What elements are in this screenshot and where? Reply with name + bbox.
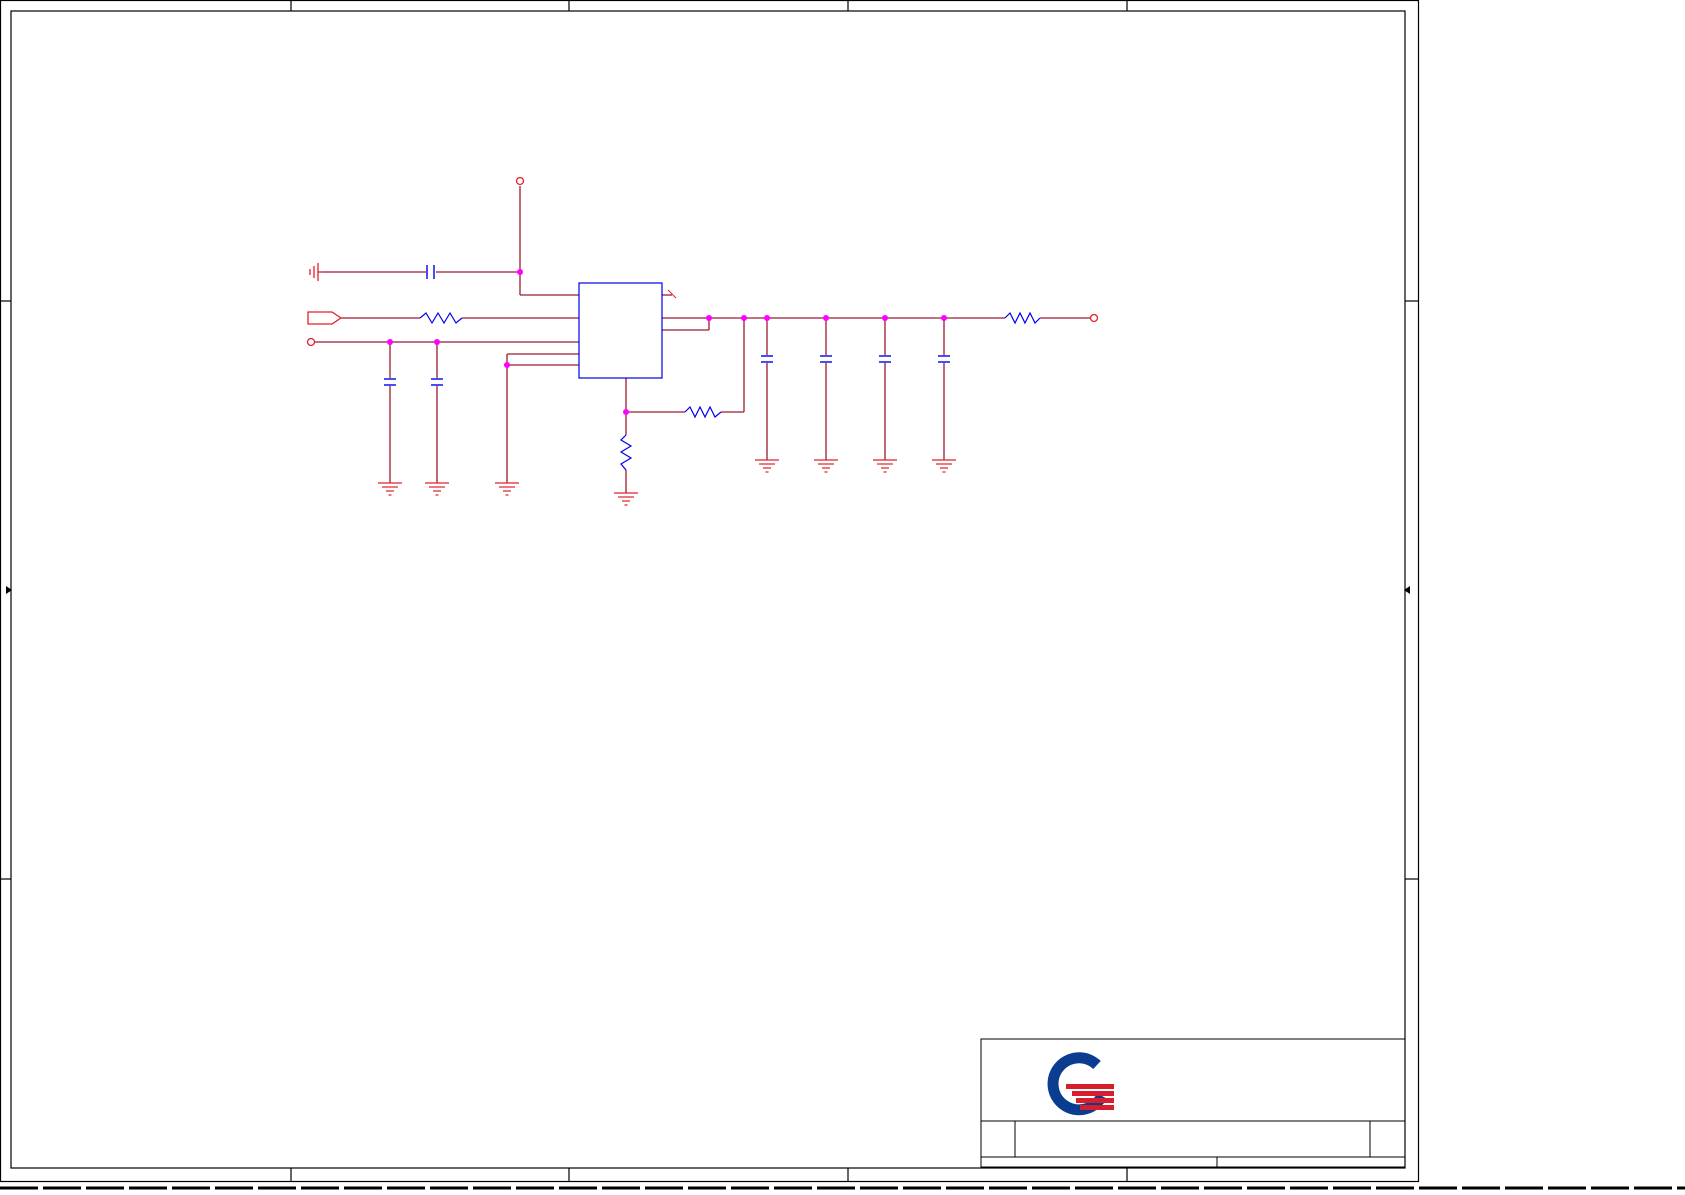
inner-border [10,10,1406,1169]
chassis-ground [309,263,322,281]
logo-stripe [1072,1091,1114,1096]
power-port-icon [515,176,525,186]
capacitors [384,265,950,386]
ground-symbol-icon [425,482,449,496]
junction-dot [387,339,393,345]
no-connect-icon [667,289,677,299]
power-ports [306,176,1099,347]
junction-dot [517,269,523,275]
title-block-border [980,1038,1406,1168]
ground-symbol-icon [495,482,519,496]
ground-symbol-icon [378,482,402,496]
resistor-icon [619,434,633,471]
ground-symbols [378,459,956,506]
ground-symbol-icon [932,459,956,473]
resistor-icon [419,311,463,325]
logo-stripe [1066,1084,1114,1089]
junction-dot [623,409,629,415]
sheet-frame [0,0,1420,1183]
junction-dot [741,315,747,321]
logo-stripe [1080,1105,1114,1110]
company-logo [1047,1052,1114,1116]
resistors [419,311,1041,471]
frame-center-arrows [6,586,1410,594]
outer-border [0,0,1420,1183]
ground-symbol-icon [814,459,838,473]
junction-dot [504,362,510,368]
wires [315,186,1090,493]
power-port-icon [1089,313,1099,323]
title-block [980,1038,1406,1168]
power-port-icon [306,337,316,347]
schematic-canvas [0,0,1685,1190]
schematic-sheet [0,0,1685,1191]
ground-symbol-icon [755,459,779,473]
no-connect-marker [667,289,677,299]
regulator-ic [578,282,663,379]
resistor-icon [1004,311,1041,325]
ground-symbol-icon [873,459,897,473]
logo-stripe [1076,1098,1114,1103]
ground-symbol-icon [614,492,638,506]
junction-dot [823,315,829,321]
junction-dot [882,315,888,321]
junction-dot [706,315,712,321]
junction-dot [434,339,440,345]
junction-dot [764,315,770,321]
offpage-connector-icon [307,311,343,325]
resistor-icon [684,405,722,419]
junction-dot [941,315,947,321]
